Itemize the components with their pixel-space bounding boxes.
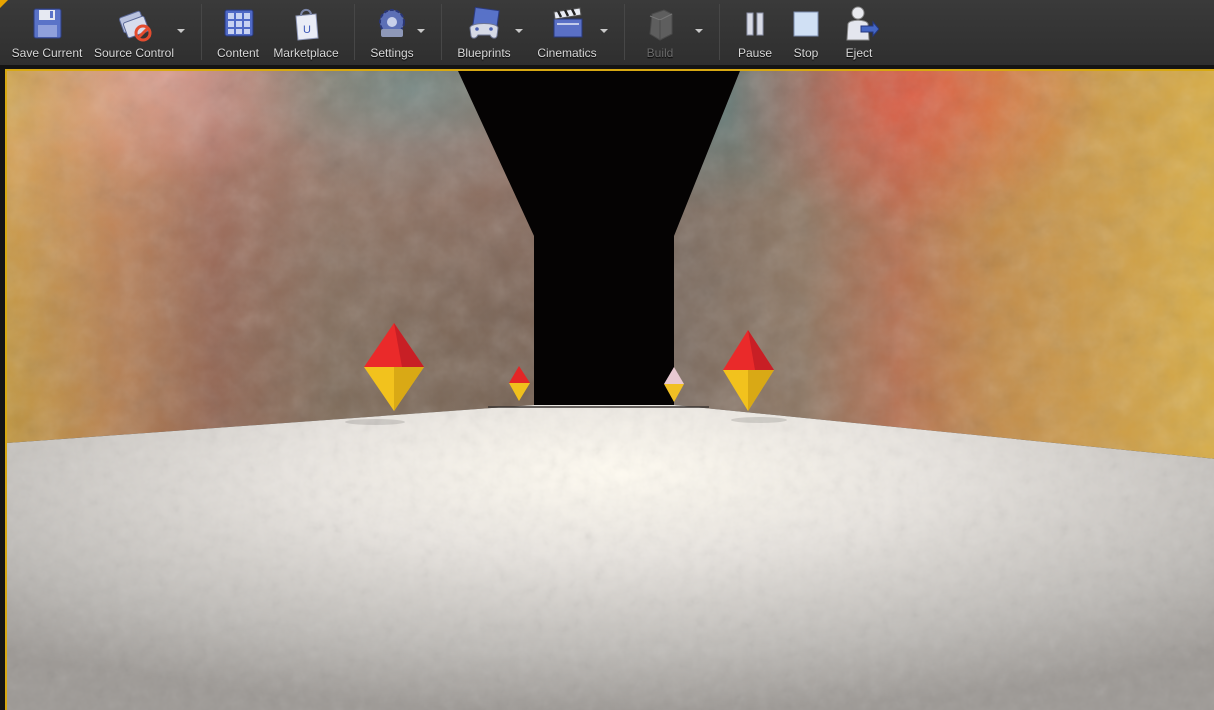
build-button[interactable]: Build: [636, 0, 684, 62]
cinematics-button[interactable]: Cinematics: [534, 0, 600, 62]
cinematics-label: Cinematics: [537, 46, 597, 60]
build-label: Build: [646, 46, 674, 60]
marketplace-bag-icon: U: [286, 4, 326, 44]
eject-button[interactable]: Eject: [838, 0, 880, 62]
pause-label: Pause: [737, 46, 773, 60]
content-label: Content: [216, 46, 260, 60]
cinematics-dropdown-arrow[interactable]: [600, 29, 608, 33]
settings-label: Settings: [370, 46, 414, 60]
build-blocks-icon: [640, 4, 680, 44]
toolbar-separator: [719, 4, 720, 60]
settings-dropdown-arrow[interactable]: [417, 29, 425, 33]
pause-button[interactable]: Pause: [734, 0, 776, 62]
toolbar-separator: [624, 4, 625, 60]
blueprints-button[interactable]: Blueprints: [452, 0, 516, 62]
gamepad-blueprint-icon: [464, 4, 504, 44]
settings-button[interactable]: Settings: [366, 0, 418, 62]
main-toolbar: Save Current Source Control Content U Ma…: [0, 0, 1214, 68]
source-control-label: Source Control: [93, 46, 175, 60]
content-browser-icon: [218, 4, 258, 44]
scene-render: [7, 71, 1214, 710]
toolbar-separator: [441, 4, 442, 60]
svg-text:U: U: [303, 24, 311, 36]
toolbar-separator: [354, 4, 355, 60]
eject-label: Eject: [845, 46, 873, 60]
clapperboard-icon: [547, 4, 587, 44]
build-dropdown-arrow[interactable]: [695, 29, 703, 33]
blueprints-label: Blueprints: [457, 46, 511, 60]
marketplace-button[interactable]: U Marketplace: [270, 0, 342, 62]
floppy-disk-icon: [27, 4, 67, 44]
eject-person-icon: [839, 4, 880, 44]
source-control-button[interactable]: Source Control: [92, 0, 176, 62]
content-button[interactable]: Content: [212, 0, 264, 62]
stop-label: Stop: [793, 46, 819, 60]
marketplace-label: Marketplace: [273, 46, 339, 60]
pause-icon: [735, 4, 775, 44]
save-current-label: Save Current: [11, 46, 83, 60]
source-control-disabled-icon: [114, 4, 154, 44]
gears-icon: [372, 4, 412, 44]
source-control-dropdown-arrow[interactable]: [177, 29, 185, 33]
toolbar-separator: [201, 4, 202, 60]
stop-icon: [786, 4, 826, 44]
stop-button[interactable]: Stop: [786, 0, 826, 62]
corner-indicator: [0, 0, 8, 8]
save-current-button[interactable]: Save Current: [8, 0, 86, 62]
level-viewport[interactable]: [5, 69, 1214, 710]
blueprints-dropdown-arrow[interactable]: [515, 29, 523, 33]
